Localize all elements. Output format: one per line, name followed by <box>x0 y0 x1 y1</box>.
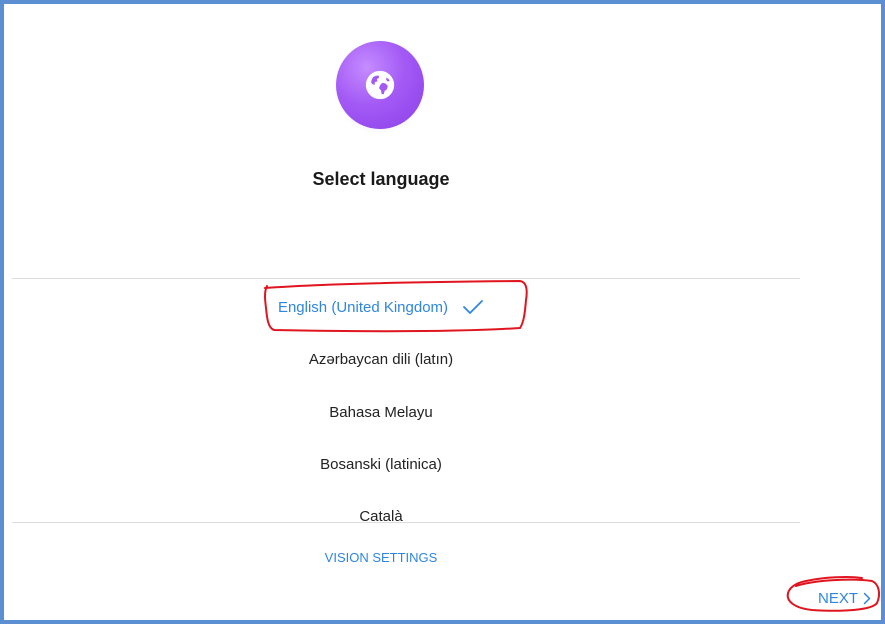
chevron-right-icon <box>863 592 871 605</box>
list-bottom-divider <box>12 522 800 523</box>
language-option-azerbaijani[interactable]: Azərbaycan dili (latın) <box>4 334 758 384</box>
language-option-malay[interactable]: Bahasa Melayu <box>4 387 758 437</box>
language-option-label: Català <box>359 507 403 523</box>
checkmark-icon <box>462 299 484 315</box>
language-option-label: Bosanski (latinica) <box>320 455 442 473</box>
screen-frame: Select language English (United Kingdom)… <box>0 0 885 624</box>
next-button-label: NEXT <box>818 590 859 607</box>
globe-icon <box>336 41 424 129</box>
language-option-bosnian[interactable]: Bosanski (latinica) <box>4 439 758 489</box>
language-option-label: Bahasa Melayu <box>329 403 433 421</box>
page-title: Select language <box>312 169 450 189</box>
next-button[interactable]: NEXT <box>818 590 871 607</box>
language-option-catalan[interactable]: Català <box>4 491 758 523</box>
language-option-label: English (United Kingdom) <box>277 298 449 316</box>
language-option-english-uk[interactable]: English (United Kingdom) <box>4 282 758 332</box>
language-option-label: Azərbaycan dili (latın) <box>308 350 454 368</box>
language-list[interactable]: English (United Kingdom) Azərbaycan dili… <box>4 279 758 522</box>
language-globe-badge <box>334 41 426 133</box>
vision-settings-link[interactable]: VISION SETTINGS <box>4 550 758 565</box>
